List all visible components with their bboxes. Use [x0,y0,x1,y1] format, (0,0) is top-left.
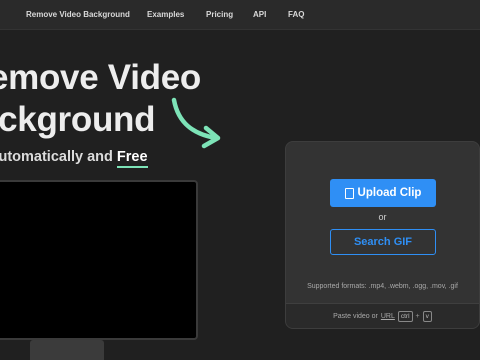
key-plus: + [415,313,420,320]
upload-clip-button[interactable]: Upload Clip [330,179,436,207]
paste-prefix: Paste video or [333,313,378,320]
hero-title-line-1: Remove Video [0,58,201,97]
video-preview-monitor [0,180,198,340]
hero-subtitle-highlight: Free [116,149,148,168]
monitor-stand [30,340,104,360]
top-navigation: Remove Video Background Examples Pricing… [0,0,480,30]
hero-subtitle: Automatically and Free [0,148,148,168]
upload-card: Upload Clip or Search GIF Supported form… [285,141,480,329]
curved-arrow-icon [171,97,221,149]
hero-title-line-2: Background [0,100,156,139]
paste-url-link[interactable]: URL [381,313,395,320]
key-v: v [422,311,432,322]
search-gif-button[interactable]: Search GIF [330,229,436,255]
hero-subtitle-prefix: Automatically and [0,149,117,165]
nav-examples[interactable]: Examples [147,9,184,21]
key-ctrl: ctrl [397,311,413,322]
or-separator: or [378,212,387,222]
page: Remove Video Background Examples Pricing… [0,0,480,360]
nav-remove-video-background[interactable]: Remove Video Background [26,9,130,21]
upload-clip-label: Upload Clip [357,187,422,199]
paste-bar: Paste video or URL ctrl + v [286,303,479,328]
file-icon [344,187,354,199]
nav-api[interactable]: API [253,9,266,21]
nav-pricing[interactable]: Pricing [206,9,233,21]
nav-faq[interactable]: FAQ [288,9,304,21]
supported-formats-text: Supported formats: .mp4, .webm, .ogg, .m… [307,283,458,290]
